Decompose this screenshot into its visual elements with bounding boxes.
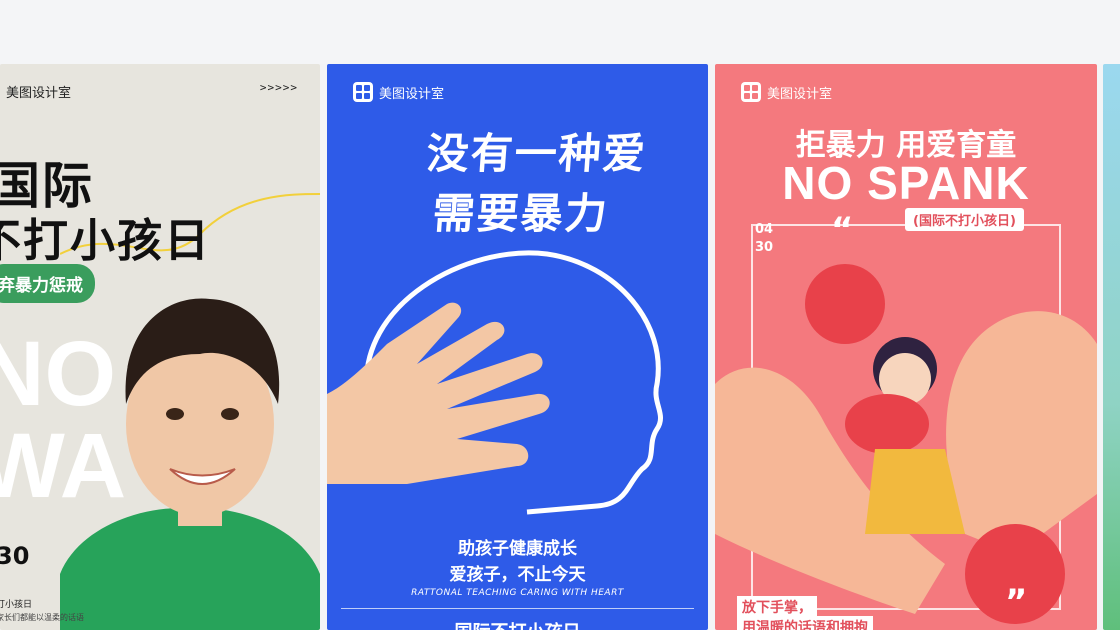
headline-line-2: NO SPANK: [782, 157, 1030, 209]
brand-name: 美图设计室: [379, 86, 445, 102]
footer-title: 国际不打小孩日: [327, 618, 708, 630]
date: 30: [0, 542, 30, 570]
bottom-line-1: 放下手掌，: [737, 596, 817, 618]
child-photo: [60, 298, 320, 630]
brand: 美图设计室: [741, 82, 832, 102]
brand-logo-icon: [741, 82, 761, 102]
brand: 美图设计室: [6, 82, 71, 101]
headline-line-2: 需要暴力: [431, 189, 611, 238]
subtitle-line-1: 助孩子健康成长: [458, 539, 577, 559]
top-bar: [0, 0, 1120, 64]
arrows-decoration: >>>>>: [259, 81, 298, 94]
divider: [341, 608, 694, 609]
caption-line-1: 打小孩日: [0, 600, 33, 610]
subtitle-line-2: 爱孩子，不止今天: [449, 565, 586, 585]
bottom-line-2: 用温暖的话语和拥抱: [737, 616, 873, 630]
brand: 美图设计室: [353, 82, 444, 102]
caption-line-2: 家长们都能以温柔的话语: [0, 613, 84, 622]
template-card-no-violence[interactable]: 美图设计室 没有一种爱 需要暴力 助孩子健康成长 爱孩子，不止今天 RATTON…: [327, 64, 708, 630]
brand-name: 美图设计室: [767, 86, 833, 102]
event-tag: (国际不打小孩日): [905, 208, 1024, 231]
hands-heart-illustration: [715, 264, 1097, 624]
template-card-partial[interactable]: [1103, 64, 1120, 630]
hand-head-illustration: [327, 250, 664, 515]
headline-line-1: 没有一种爱: [425, 129, 649, 178]
template-card-no-spank[interactable]: 美图设计室 拒暴力 用爱育童 NO SPANK 04 30 “ (国际不打小孩日…: [715, 64, 1097, 630]
brand-name: 美图设计室: [6, 86, 72, 101]
brand-logo-icon: [353, 82, 373, 102]
quote-close: ”: [1005, 582, 1028, 622]
english-tagline: RATTONAL TEACHING CARING WITH HEART: [411, 588, 624, 598]
template-card-no-war[interactable]: 美图设计室 >>>>> 国际 不打小孩日 弃暴力惩戒 NO WA 30 打小孩日…: [0, 64, 320, 630]
